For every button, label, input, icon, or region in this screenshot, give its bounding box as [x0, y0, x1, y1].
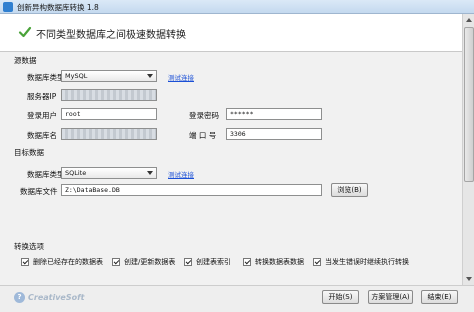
- option-label: 转换数据表数据: [255, 258, 304, 266]
- db-file-label: 数据库文件: [20, 187, 58, 196]
- target-db-type-label: 数据库类型: [27, 170, 65, 179]
- page-title: 不同类型数据库之间极速数据转换: [36, 30, 186, 41]
- login-password-label: 登录密码: [189, 111, 219, 120]
- option-label: 创建表索引: [196, 258, 231, 266]
- finish-button[interactable]: 结束(E): [421, 290, 458, 304]
- main-panel: 源数据 数据库类型 MySQL 测试连接 服务器IP 登录用户 root 登录密…: [0, 52, 462, 285]
- target-db-type-select[interactable]: SQLite: [61, 167, 157, 179]
- page-header: 不同类型数据库之间极速数据转换: [0, 14, 462, 52]
- port-input[interactable]: 3306: [226, 128, 322, 140]
- chevron-down-icon: [147, 74, 153, 78]
- vertical-scrollbar[interactable]: [462, 14, 474, 285]
- window-titlebar[interactable]: 创新异构数据库转换 1.8: [0, 0, 474, 14]
- source-section-label: 源数据: [14, 56, 37, 65]
- browse-button[interactable]: 浏览(B): [331, 183, 368, 197]
- help-circle-icon: ?: [14, 292, 25, 303]
- option-convert-table-data[interactable]: 转换数据表数据: [243, 257, 304, 267]
- window-title: 创新异构数据库转换 1.8: [17, 3, 99, 12]
- option-label: 当发生错误时继续执行转换: [325, 258, 409, 266]
- option-drop-existing-tables[interactable]: 删除已经存在的数据表: [21, 257, 103, 267]
- login-user-input[interactable]: root: [61, 108, 157, 120]
- source-db-type-value: MySQL: [65, 72, 88, 80]
- checkbox[interactable]: [21, 258, 29, 266]
- brand-name: CreativeSoft: [28, 293, 85, 302]
- footer-bar: ? CreativeSoft 开始(S) 方案管理(A) 结束(E): [0, 285, 474, 312]
- server-ip-input[interactable]: [61, 89, 157, 101]
- start-button[interactable]: 开始(S): [322, 290, 359, 304]
- chevron-down-icon: [147, 171, 153, 175]
- target-db-type-value: SQLite: [65, 169, 87, 177]
- check-icon: [18, 26, 32, 38]
- checkbox[interactable]: [243, 258, 251, 266]
- source-db-type-select[interactable]: MySQL: [61, 70, 157, 82]
- target-section-label: 目标数据: [14, 148, 44, 157]
- login-user-label: 登录用户: [27, 111, 57, 120]
- checkbox[interactable]: [112, 258, 120, 266]
- option-create-update-tables[interactable]: 创建/更新数据表: [112, 257, 175, 267]
- app-icon: [3, 2, 13, 12]
- db-file-input[interactable]: Z:\DataBase.DB: [61, 184, 322, 196]
- brand-logo: ? CreativeSoft: [14, 292, 84, 303]
- scroll-down-icon[interactable]: [464, 274, 474, 284]
- option-create-indexes[interactable]: 创建表索引: [184, 257, 231, 267]
- scroll-up-icon[interactable]: [464, 15, 474, 25]
- db-name-input[interactable]: [61, 128, 157, 140]
- source-db-type-label: 数据库类型: [27, 73, 65, 82]
- scheme-manage-button[interactable]: 方案管理(A): [368, 290, 413, 304]
- source-test-connection-link[interactable]: 测试连接: [168, 72, 194, 82]
- option-label: 删除已经存在的数据表: [33, 258, 103, 266]
- db-name-label: 数据库名: [27, 131, 57, 140]
- option-continue-on-error[interactable]: 当发生错误时继续执行转换: [313, 257, 409, 267]
- login-password-input[interactable]: ******: [226, 108, 322, 120]
- port-label: 端 口 号: [189, 131, 217, 140]
- options-section-label: 转换选项: [14, 242, 44, 251]
- checkbox[interactable]: [313, 258, 321, 266]
- server-ip-label: 服务器IP: [27, 92, 57, 101]
- checkbox[interactable]: [184, 258, 192, 266]
- option-label: 创建/更新数据表: [124, 258, 176, 266]
- target-test-connection-link[interactable]: 测试连接: [168, 169, 194, 179]
- scrollbar-thumb[interactable]: [464, 27, 474, 182]
